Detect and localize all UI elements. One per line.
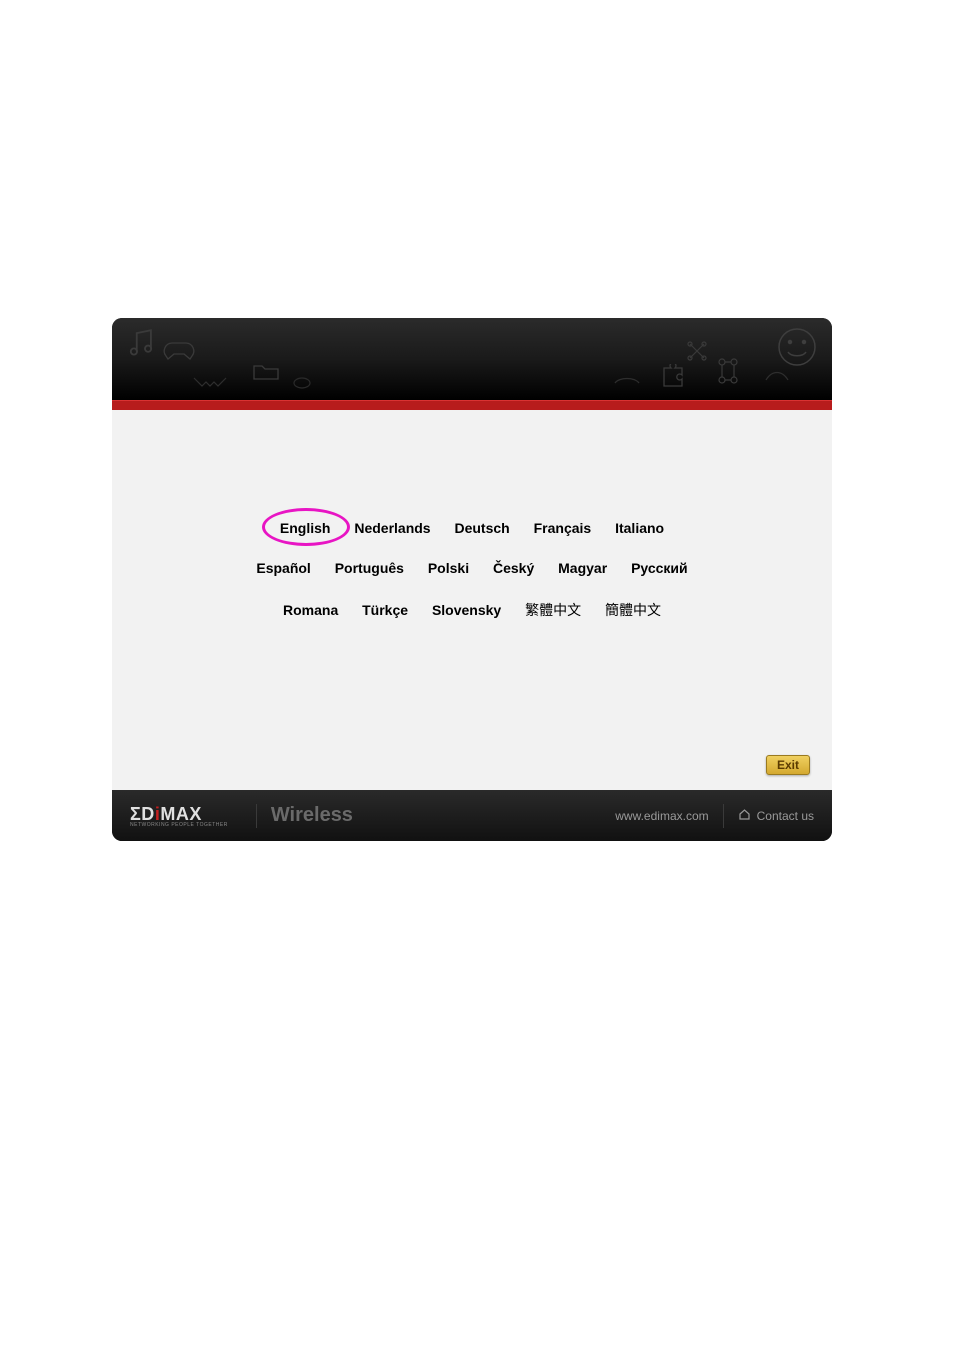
molecule-icon xyxy=(686,340,708,362)
language-italiano[interactable]: Italiano xyxy=(615,520,664,536)
puzzle-icon xyxy=(660,364,686,390)
language-trad-chinese[interactable]: 繁體中文 xyxy=(525,600,581,620)
nodes-icon xyxy=(716,358,740,386)
language-romana[interactable]: Romana xyxy=(283,602,338,618)
language-label: Slovensky xyxy=(432,602,501,618)
installer-window: English Nederlands Deutsch Français Ital… xyxy=(112,318,832,841)
smiley-icon xyxy=(776,326,818,368)
header-bar xyxy=(112,318,832,400)
language-label: Deutsch xyxy=(454,520,509,536)
language-cesky[interactable]: Český xyxy=(493,560,534,576)
website-link[interactable]: www.edimax.com xyxy=(615,809,708,823)
language-label: Romana xyxy=(283,602,338,618)
music-icon xyxy=(124,326,158,360)
language-row-1: English Nederlands Deutsch Français Ital… xyxy=(112,520,832,536)
language-nederlands[interactable]: Nederlands xyxy=(354,520,430,536)
language-label: Español xyxy=(256,560,310,576)
footer-bar: ΣDiMAX NETWORKING PEOPLE TOGETHER Wirele… xyxy=(112,790,832,841)
language-label: Italiano xyxy=(615,520,664,536)
divider-red-bar xyxy=(112,400,832,410)
handshake-icon xyxy=(190,370,230,392)
footer-divider xyxy=(723,804,724,828)
language-slovensky[interactable]: Slovensky xyxy=(432,602,501,618)
contact-link[interactable]: Contact us xyxy=(738,808,814,823)
contact-label: Contact us xyxy=(757,809,814,823)
language-label: Français xyxy=(534,520,592,536)
brand-logo: ΣDiMAX NETWORKING PEOPLE TOGETHER xyxy=(130,804,228,828)
language-turkce[interactable]: Türkçe xyxy=(362,602,408,618)
language-label: Český xyxy=(493,560,534,576)
language-label: 簡體中文 xyxy=(605,602,661,618)
cursor-hand-icon xyxy=(762,366,792,386)
language-label: Magyar xyxy=(558,560,607,576)
language-row-2: Español Português Polski Český Magyar Ру… xyxy=(112,560,832,576)
language-label: 繁體中文 xyxy=(525,602,581,618)
footer-divider xyxy=(256,804,257,828)
network-icon xyxy=(612,374,642,392)
language-francais[interactable]: Français xyxy=(534,520,592,536)
gamepad-icon xyxy=(162,340,196,362)
content-area: English Nederlands Deutsch Français Ital… xyxy=(112,410,832,790)
exit-button-label: Exit xyxy=(777,758,799,772)
language-label: English xyxy=(280,520,331,536)
brand-tagline: NETWORKING PEOPLE TOGETHER xyxy=(130,822,228,828)
language-magyar[interactable]: Magyar xyxy=(558,560,607,576)
language-selector: English Nederlands Deutsch Français Ital… xyxy=(112,520,832,620)
home-icon xyxy=(738,808,751,823)
language-row-3: Romana Türkçe Slovensky 繁體中文 簡體中文 xyxy=(112,600,832,620)
exit-button[interactable]: Exit xyxy=(766,755,810,775)
product-category: Wireless xyxy=(271,804,353,827)
language-espanol[interactable]: Español xyxy=(256,560,310,576)
language-russian[interactable]: Русский xyxy=(631,560,688,576)
language-label: Polski xyxy=(428,560,469,576)
language-label: Português xyxy=(335,560,404,576)
mouse-icon xyxy=(292,376,312,390)
language-label: Nederlands xyxy=(354,520,430,536)
language-label: Türkçe xyxy=(362,602,408,618)
language-label: Русский xyxy=(631,560,688,576)
language-english[interactable]: English xyxy=(280,520,331,536)
folder-icon xyxy=(252,362,280,382)
language-simp-chinese[interactable]: 簡體中文 xyxy=(605,600,661,620)
language-deutsch[interactable]: Deutsch xyxy=(454,520,509,536)
language-portugues[interactable]: Português xyxy=(335,560,404,576)
language-polski[interactable]: Polski xyxy=(428,560,469,576)
